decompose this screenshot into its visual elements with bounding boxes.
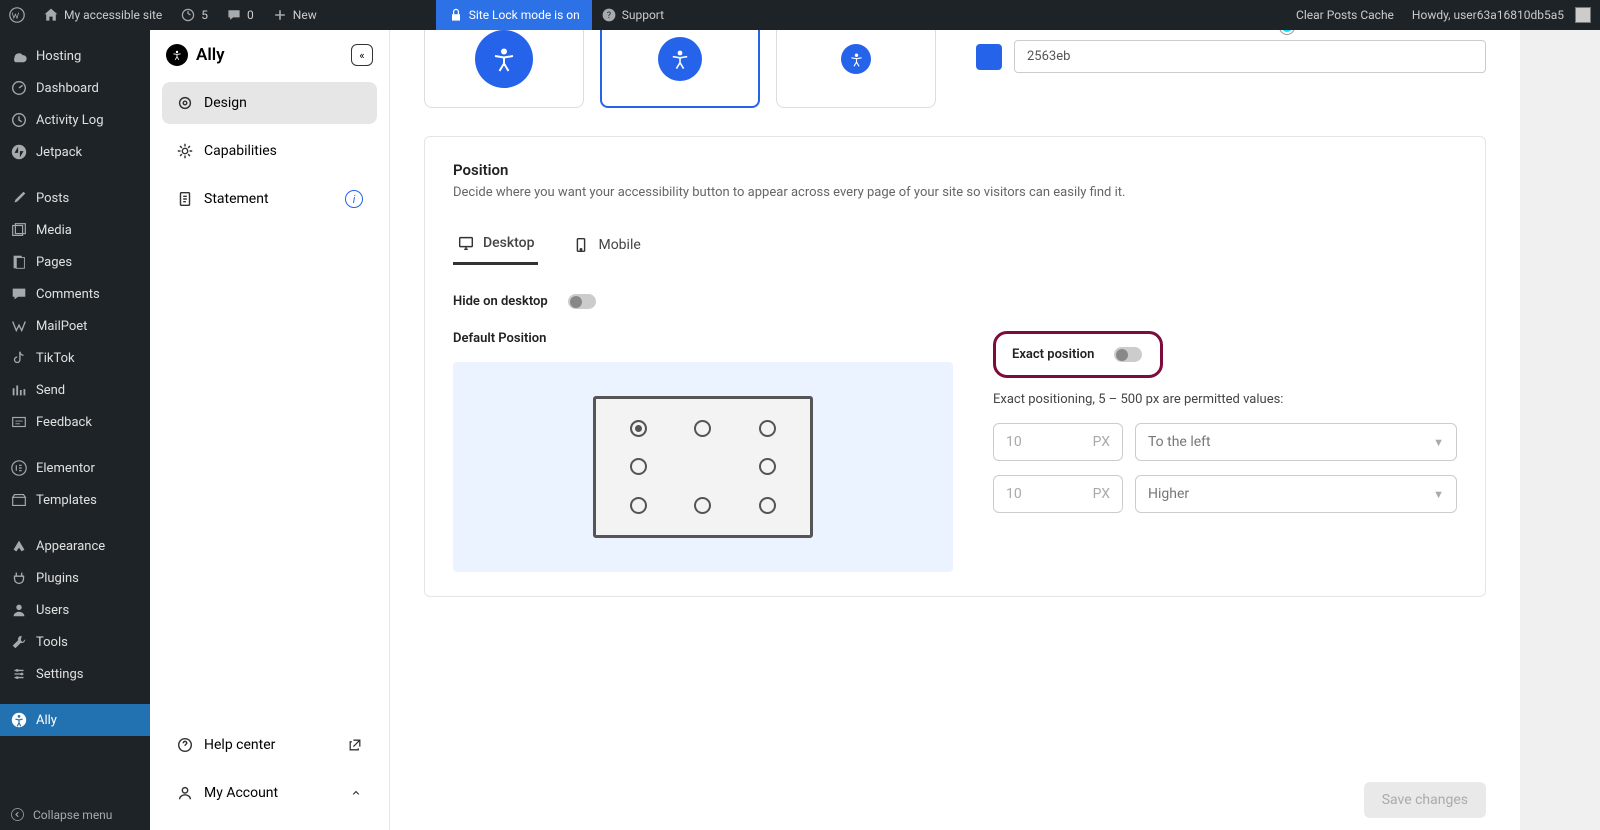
pos-bot-left[interactable] — [630, 497, 647, 514]
size-option-small[interactable] — [776, 30, 936, 108]
updates-count: 5 — [201, 8, 208, 22]
color-swatch[interactable] — [976, 44, 1002, 70]
exact-position-label: Exact position — [1012, 347, 1094, 362]
chevron-down-icon: ▼ — [1433, 488, 1444, 501]
tab-desktop[interactable]: Desktop — [453, 224, 538, 265]
comments-link[interactable]: 0 — [217, 0, 263, 30]
pos-bot-center[interactable] — [694, 497, 711, 514]
support-text: Support — [622, 8, 664, 22]
save-button[interactable]: Save changes — [1364, 782, 1486, 818]
clear-cache-link[interactable]: Clear Posts Cache — [1287, 0, 1403, 30]
comments-count: 0 — [247, 8, 254, 22]
menu-appearance[interactable]: Appearance — [0, 530, 150, 562]
chevron-up-icon — [349, 784, 363, 802]
color-hex-input[interactable] — [1014, 40, 1486, 73]
menu-dashboard[interactable]: Dashboard — [0, 72, 150, 104]
menu-elementor[interactable]: Elementor — [0, 452, 150, 484]
external-link-icon — [347, 736, 363, 754]
ally-title: Ally — [196, 45, 225, 65]
position-desc: Decide where you want your accessibility… — [453, 185, 1457, 200]
size-option-medium[interactable] — [600, 30, 760, 108]
chevron-down-icon: ▼ — [1433, 436, 1444, 449]
menu-settings[interactable]: Settings — [0, 658, 150, 690]
support-link[interactable]: ? Support — [592, 0, 673, 30]
nav-design[interactable]: Design — [162, 82, 377, 124]
updates-link[interactable]: 5 — [171, 0, 217, 30]
menu-templates[interactable]: Templates — [0, 484, 150, 516]
nav-my-account[interactable]: My Account — [162, 772, 377, 814]
menu-pages[interactable]: Pages — [0, 246, 150, 278]
site-name-text: My accessible site — [64, 8, 162, 22]
vertical-offset-input[interactable]: 10PX — [993, 475, 1123, 513]
pos-top-right[interactable] — [759, 420, 776, 437]
horizontal-offset-input[interactable]: 10PX — [993, 423, 1123, 461]
default-position-label: Default Position — [453, 331, 953, 346]
exact-position-toggle[interactable] — [1114, 347, 1142, 362]
menu-feedback[interactable]: Feedback — [0, 406, 150, 438]
site-lock-notice[interactable]: Site Lock mode is on — [436, 0, 592, 30]
nav-help-center[interactable]: Help center — [162, 724, 377, 766]
nav-capabilities[interactable]: Capabilities — [162, 130, 377, 172]
collapse-panel-button[interactable]: « — [351, 44, 373, 66]
exact-note: Exact positioning, 5 – 500 px are permit… — [993, 392, 1457, 407]
horizontal-direction-select[interactable]: To the left▼ — [1135, 423, 1457, 461]
nav-statement[interactable]: Statementi — [162, 178, 377, 220]
collapse-menu[interactable]: Collapse menu — [0, 799, 150, 830]
menu-tiktok[interactable]: TikTok — [0, 342, 150, 374]
hide-desktop-label: Hide on desktop — [453, 294, 548, 309]
svg-text:?: ? — [607, 11, 611, 21]
tab-mobile[interactable]: Mobile — [568, 224, 644, 265]
pos-bot-right[interactable] — [759, 497, 776, 514]
menu-ally[interactable]: Ally — [0, 704, 150, 736]
new-link[interactable]: New — [263, 0, 326, 30]
menu-tools[interactable]: Tools — [0, 626, 150, 658]
exact-position-highlight: Exact position — [993, 331, 1163, 378]
menu-media[interactable]: Media — [0, 214, 150, 246]
size-option-large[interactable] — [424, 30, 584, 108]
menu-hosting[interactable]: Hosting — [0, 40, 150, 72]
menu-activity-log[interactable]: Activity Log — [0, 104, 150, 136]
pos-mid-left[interactable] — [630, 458, 647, 475]
ally-logo: Ally — [166, 44, 225, 66]
pos-mid-right[interactable] — [759, 458, 776, 475]
menu-comments[interactable]: Comments — [0, 278, 150, 310]
avatar — [1575, 7, 1591, 23]
hue-slider-thumb[interactable] — [1280, 30, 1294, 34]
howdy-link[interactable]: Howdy, user63a16810db5a5 — [1403, 0, 1600, 30]
pos-top-center[interactable] — [694, 420, 711, 437]
info-icon[interactable]: i — [345, 190, 363, 208]
vertical-direction-select[interactable]: Higher▼ — [1135, 475, 1457, 513]
menu-users[interactable]: Users — [0, 594, 150, 626]
howdy-text: Howdy, user63a16810db5a5 — [1412, 8, 1564, 22]
menu-mailpoet[interactable]: MailPoet — [0, 310, 150, 342]
menu-send[interactable]: Send — [0, 374, 150, 406]
new-text: New — [293, 8, 317, 22]
site-name-link[interactable]: My accessible site — [34, 0, 171, 30]
position-preview — [453, 362, 953, 572]
hide-desktop-toggle[interactable] — [568, 294, 596, 309]
wp-logo[interactable] — [0, 0, 34, 30]
menu-posts[interactable]: Posts — [0, 182, 150, 214]
menu-plugins[interactable]: Plugins — [0, 562, 150, 594]
position-title: Position — [453, 161, 1457, 179]
menu-jetpack[interactable]: Jetpack — [0, 136, 150, 168]
site-lock-text: Site Lock mode is on — [469, 8, 580, 22]
pos-top-left[interactable] — [630, 420, 647, 437]
